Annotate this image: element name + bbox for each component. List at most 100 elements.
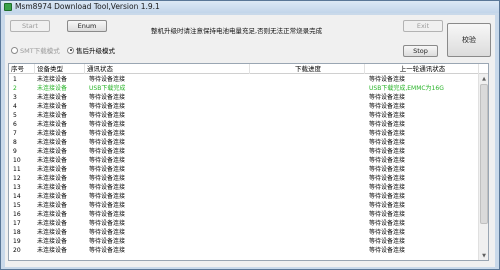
cell-index: 1 [13,76,17,83]
cell-comm-status: 等待设备连接 [89,220,126,227]
cell-index: 15 [13,202,21,209]
table-row[interactable]: 1 未连接设备 等待设备连接 等待设备连接 [9,75,479,84]
cell-comm-status: 等待设备连接 [89,94,126,101]
cell-last-status: 等待设备连接 [369,202,406,209]
col-progress[interactable]: 下载进度 [250,64,365,74]
cell-index: 12 [13,175,21,182]
col-comm-status[interactable]: 通讯状态 [85,64,250,74]
radio-circle[interactable] [11,46,18,54]
cell-comm-status: 等待设备连接 [89,103,126,110]
cell-comm-status: 等待设备连接 [89,193,126,200]
cell-index: 2 [13,85,17,92]
scroll-down-icon[interactable]: ▼ [480,252,488,260]
col-last-status[interactable]: 上一轮通讯状态 [365,64,479,74]
cell-index: 4 [13,103,17,110]
cell-last-status: 等待设备连接 [369,220,406,227]
cell-last-status: 等待设备连接 [369,238,406,245]
title-bar[interactable]: Msm8974 Download Tool,Version 1.9.1 [1,1,499,13]
cell-index: 6 [13,121,17,128]
cell-index: 17 [13,220,21,227]
cell-last-status: 等待设备连接 [369,166,406,173]
cell-device-type: 未连接设备 [37,94,68,101]
cell-index: 3 [13,94,17,101]
battery-notice: 整机升级时请注意保持电池电量充足,否则无法正常烧录完成 [151,27,323,35]
cell-last-status: 等待设备连接 [369,148,406,155]
table-row[interactable]: 17 未连接设备 等待设备连接 等待设备连接 [9,219,479,228]
table-row[interactable]: 13 未连接设备 等待设备连接 等待设备连接 [9,183,479,192]
table-row[interactable]: 20 未连接设备 等待设备连接 等待设备连接 [9,246,479,255]
cell-device-type: 未连接设备 [37,211,68,218]
table-row[interactable]: 8 未连接设备 等待设备连接 等待设备连接 [9,138,479,147]
vertical-scrollbar[interactable]: ▲ ▼ [478,74,488,260]
exit-button[interactable]: Exit [403,20,443,32]
table-row[interactable]: 3 未连接设备 等待设备连接 等待设备连接 [9,93,479,102]
table-row[interactable]: 10 未连接设备 等待设备连接 等待设备连接 [9,156,479,165]
table-row[interactable]: 11 未连接设备 等待设备连接 等待设备连接 [9,165,479,174]
cell-comm-status: 等待设备连接 [89,202,126,209]
cell-comm-status: 等待设备连接 [89,247,126,254]
cell-comm-status: 等待设备连接 [89,112,126,119]
cell-comm-status: 等待设备连接 [89,211,126,218]
cell-comm-status: 等待设备连接 [89,166,126,173]
cell-device-type: 未连接设备 [37,238,68,245]
cell-device-type: 未连接设备 [37,229,68,236]
table-row[interactable]: 14 未连接设备 等待设备连接 等待设备连接 [9,192,479,201]
cell-comm-status: 等待设备连接 [89,229,126,236]
cell-comm-status: 等待设备连接 [89,148,126,155]
cell-last-status: 等待设备连接 [369,121,406,128]
table-row[interactable]: 7 未连接设备 等待设备连接 等待设备连接 [9,129,479,138]
cell-last-status: 等待设备连接 [369,175,406,182]
table-row[interactable]: 19 未连接设备 等待设备连接 等待设备连接 [9,237,479,246]
table-row[interactable]: 4 未连接设备 等待设备连接 等待设备连接 [9,102,479,111]
table-row[interactable]: 6 未连接设备 等待设备连接 等待设备连接 [9,120,479,129]
cell-comm-status: 等待设备连接 [89,121,126,128]
cell-device-type: 未连接设备 [37,202,68,209]
radio-label: SMT下载模式 [20,47,60,55]
cell-index: 20 [13,247,21,254]
cell-comm-status: 等待设备连接 [89,130,126,137]
cell-device-type: 未连接设备 [37,85,68,92]
table-row[interactable]: 12 未连接设备 等待设备连接 等待设备连接 [9,174,479,183]
cell-last-status: 等待设备连接 [369,139,406,146]
verify-button[interactable]: 校验 [447,23,491,57]
col-index[interactable]: 序号 [9,64,35,74]
table-row[interactable]: 15 未连接设备 等待设备连接 等待设备连接 [9,201,479,210]
cell-device-type: 未连接设备 [37,112,68,119]
window-title: Msm8974 Download Tool,Version 1.9.1 [15,2,160,11]
radio-circle[interactable] [67,46,74,54]
after-sales-mode-radio[interactable]: 售后升级模式 [67,45,115,55]
col-device-type[interactable]: 设备类型 [35,64,85,74]
table-header: 序号 设备类型 通讯状态 下载进度 上一轮通讯状态 [9,64,488,74]
table-row[interactable]: 9 未连接设备 等待设备连接 等待设备连接 [9,147,479,156]
cell-index: 11 [13,166,21,173]
cell-device-type: 未连接设备 [37,166,68,173]
cell-last-status: 等待设备连接 [369,247,406,254]
cell-device-type: 未连接设备 [37,175,68,182]
table-row[interactable]: 5 未连接设备 等待设备连接 等待设备连接 [9,111,479,120]
cell-comm-status: 等待设备连接 [89,175,126,182]
cell-comm-status: 等待设备连接 [89,184,126,191]
table-row[interactable]: 16 未连接设备 等待设备连接 等待设备连接 [9,210,479,219]
cell-last-status: 等待设备连接 [369,184,406,191]
scroll-up-icon[interactable]: ▲ [480,75,488,83]
cell-last-status: 等待设备连接 [369,229,406,236]
smt-mode-radio[interactable]: SMT下载模式 [11,45,60,55]
table-row[interactable]: 2 未连接设备 USB下载完成 USB下载完成,EMMC为16G [9,84,479,93]
cell-last-status: 等待设备连接 [369,130,406,137]
cell-device-type: 未连接设备 [37,76,68,83]
table-row[interactable]: 18 未连接设备 等待设备连接 等待设备连接 [9,228,479,237]
main-window: Msm8974 Download Tool,Version 1.9.1 Star… [0,0,500,270]
cell-device-type: 未连接设备 [37,220,68,227]
cell-device-type: 未连接设备 [37,121,68,128]
cell-index: 18 [13,229,21,236]
cell-last-status: 等待设备连接 [369,103,406,110]
enum-button[interactable]: Enum [67,20,107,32]
table-body: 1 未连接设备 等待设备连接 等待设备连接 2 未连接设备 USB下载完成 USB下载完成,E… [9,75,479,255]
cell-comm-status: USB下载完成 [89,85,126,92]
stop-button[interactable]: Stop [403,45,438,57]
cell-index: 16 [13,211,21,218]
scroll-thumb[interactable] [480,84,488,224]
cell-index: 13 [13,184,21,191]
start-button[interactable]: Start [10,20,50,32]
cell-device-type: 未连接设备 [37,193,68,200]
